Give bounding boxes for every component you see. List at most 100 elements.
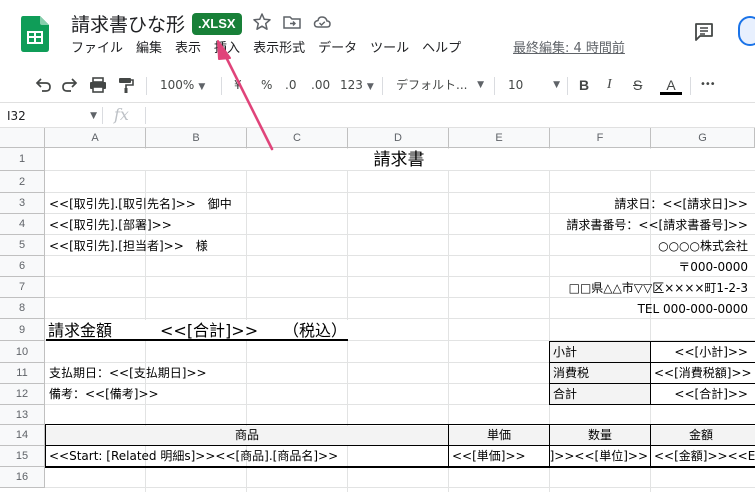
menu-tools[interactable]: ツール	[370, 39, 409, 59]
percent-format-button[interactable]: %	[261, 75, 272, 95]
font-size-select[interactable]: 10 ▼	[508, 75, 560, 95]
font-size-label: 10	[508, 78, 524, 92]
invoice-date-cell: 請求日：<<[請求日]>>	[614, 197, 748, 211]
chevron-down-icon: ▼	[366, 82, 374, 92]
column-header-f[interactable]: F	[550, 128, 651, 148]
chevron-down-icon: ▼	[553, 80, 560, 90]
move-to-folder-icon[interactable]	[282, 12, 302, 32]
menu-file[interactable]: ファイル	[71, 39, 123, 59]
items-header-unit-price: 単価	[486, 428, 511, 442]
menu-format[interactable]: 表示形式	[253, 39, 305, 59]
file-type-badge: .XLSX	[192, 13, 242, 35]
menu-edit[interactable]: 編集	[136, 39, 162, 59]
row-header-2[interactable]: 2	[0, 171, 45, 193]
row-header-16[interactable]: 16	[0, 467, 45, 488]
row-header-8[interactable]: 8	[0, 298, 45, 319]
row-header-1[interactable]: 1	[0, 148, 45, 171]
italic-icon[interactable]: I	[607, 75, 612, 95]
row-header-6[interactable]: 6	[0, 256, 45, 277]
fx-icon: fx	[114, 105, 129, 124]
row-header-10[interactable]: 10	[0, 341, 45, 363]
text-color-letter: A	[666, 77, 676, 93]
column-header-g[interactable]: G	[651, 128, 755, 148]
zoom-select[interactable]: 100% ▼	[160, 75, 205, 95]
row-header-7[interactable]: 7	[0, 277, 45, 298]
more-icon[interactable]: •••	[700, 75, 716, 95]
spreadsheet-grid[interactable]: A B C D E F G 1 2 3 4 5 6 7 8 9 10 11 12…	[0, 128, 755, 492]
account-avatar[interactable]	[738, 16, 755, 46]
column-header-c[interactable]: C	[247, 128, 348, 148]
menu-bar: ファイル 編集 表示 挿入 表示形式 データ ツール ヘルプ	[71, 39, 474, 59]
increase-decimal-button[interactable]: .00	[311, 75, 330, 95]
subtotal-label: 小計	[553, 345, 578, 359]
amount-tax-note: （税込）	[283, 321, 348, 340]
formula-input[interactable]	[152, 107, 742, 125]
row-header-15[interactable]: 15	[0, 446, 45, 467]
tel-cell: TEL 000-000-0000	[637, 302, 748, 316]
menu-data[interactable]: データ	[318, 39, 357, 59]
increase-decimal-label: .00	[311, 78, 331, 92]
invoice-number-cell: 請求書番号：<<[請求書番号]>>	[566, 218, 748, 232]
column-header-d[interactable]: D	[348, 128, 449, 148]
client-dept-cell: <<[取引先].[部署]>>	[49, 218, 172, 232]
decrease-decimal-button[interactable]: .0	[285, 75, 296, 95]
bold-icon[interactable]: B	[579, 75, 589, 95]
text-color-icon[interactable]: A	[660, 75, 682, 95]
note-cell: 備考：<<[備考]>>	[49, 387, 159, 401]
item-amount-cell: <<[金額]>><<End	[654, 449, 755, 463]
amount-value: <<[合計]>>	[160, 321, 259, 340]
sheets-logo-icon[interactable]	[21, 16, 49, 52]
amount-label: 請求金額	[48, 321, 113, 340]
cell-reference: I32	[7, 109, 26, 123]
chevron-down-icon: ▼	[477, 80, 484, 90]
row-header-11[interactable]: 11	[0, 363, 45, 384]
font-label: デフォルト...	[396, 78, 468, 92]
menu-help[interactable]: ヘルプ	[422, 39, 461, 59]
undo-icon[interactable]	[33, 75, 53, 95]
tax-label: 消費税	[553, 366, 590, 380]
column-header-a[interactable]: A	[45, 128, 146, 148]
document-title[interactable]: 請求書ひな形	[71, 10, 185, 37]
row-header-4[interactable]: 4	[0, 214, 45, 235]
invoice-title: 請求書	[373, 150, 425, 170]
column-header-e[interactable]: E	[449, 128, 550, 148]
number-format-select[interactable]: 123 ▼	[340, 75, 374, 95]
row-header-5[interactable]: 5	[0, 235, 45, 256]
print-icon[interactable]	[88, 75, 108, 95]
tax-value: <<[消費税額]>>	[654, 366, 752, 380]
strikethrough-icon[interactable]: S	[633, 75, 642, 95]
star-icon[interactable]	[252, 12, 272, 32]
due-date-cell: 支払期日：<<[支払期日]>>	[49, 366, 207, 380]
select-all-corner[interactable]	[0, 128, 45, 148]
row-header-14[interactable]: 14	[0, 425, 45, 446]
items-header-product: 商品	[234, 428, 259, 442]
item-product-cell: <<Start: [Related 明細s]>><<[商品].[商品名]>>	[49, 449, 339, 463]
item-quantity-cell: <<[数量]>><<[単位]>>	[550, 449, 648, 463]
cloud-status-icon[interactable]	[312, 12, 332, 32]
items-header-amount: 金額	[688, 428, 713, 442]
column-header-b[interactable]: B	[146, 128, 247, 148]
chevron-down-icon: ▼	[90, 111, 97, 121]
redo-icon[interactable]	[60, 75, 80, 95]
menu-view[interactable]: 表示	[175, 39, 201, 59]
row-header-12[interactable]: 12	[0, 384, 45, 405]
row-header-3[interactable]: 3	[0, 193, 45, 214]
amount-underline	[46, 339, 348, 341]
row-header-13[interactable]: 13	[0, 405, 45, 425]
name-box[interactable]: I32 ▼	[7, 107, 97, 125]
font-select[interactable]: デフォルト... ▼	[396, 75, 484, 95]
chevron-down-icon: ▼	[198, 82, 206, 92]
row-header-9[interactable]: 9	[0, 319, 45, 341]
number-format-label: 123	[340, 78, 363, 92]
client-name-cell: <<[取引先].[取引先名]>> 御中	[49, 197, 232, 211]
comments-icon[interactable]	[693, 21, 715, 43]
menu-insert[interactable]: 挿入	[214, 39, 240, 59]
postal-code-cell: 〒000-0000	[678, 260, 748, 274]
subtotal-value: <<[小計]>>	[674, 345, 748, 359]
total-label: 合計	[553, 387, 578, 401]
currency-format-button[interactable]: ¥	[234, 75, 242, 95]
client-contact-cell: <<[取引先].[担当者]>> 様	[49, 239, 208, 253]
company-name-cell: ○○○○株式会社	[658, 239, 748, 253]
paint-format-icon[interactable]	[116, 75, 136, 95]
last-edit-link[interactable]: 最終編集: 4 時間前	[513, 39, 625, 59]
